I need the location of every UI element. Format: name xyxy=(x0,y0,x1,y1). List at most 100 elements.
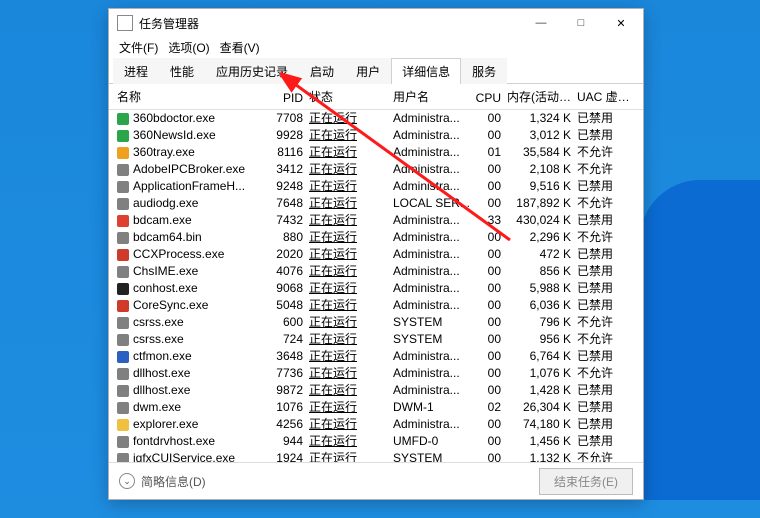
process-list[interactable]: 360bdoctor.exe7708正在运行Administra...001,3… xyxy=(109,110,643,463)
process-cpu: 00 xyxy=(473,450,507,463)
process-icon xyxy=(117,453,129,464)
tab-1[interactable]: 性能 xyxy=(159,58,205,84)
col-status[interactable]: 状态 xyxy=(309,88,371,105)
table-row[interactable]: dllhost.exe9872正在运行Administra...001,428 … xyxy=(109,382,643,399)
menu-options[interactable]: 选项(O) xyxy=(164,37,213,58)
minimize-button[interactable]: — xyxy=(521,11,561,35)
process-pid: 9928 xyxy=(267,127,309,144)
process-status: 正在运行 xyxy=(309,263,371,280)
process-status: 正在运行 xyxy=(309,229,371,246)
table-row[interactable]: ApplicationFrameH...9248正在运行Administra..… xyxy=(109,178,643,195)
process-status: 正在运行 xyxy=(309,178,371,195)
process-mem: 35,584 K xyxy=(507,144,577,161)
table-row[interactable]: csrss.exe724正在运行SYSTEM00956 K不允许 xyxy=(109,331,643,348)
table-row[interactable]: fontdrvhost.exe944正在运行UMFD-0001,456 K已禁用 xyxy=(109,433,643,450)
table-row[interactable]: csrss.exe600正在运行SYSTEM00796 K不允许 xyxy=(109,314,643,331)
process-mem: 472 K xyxy=(507,246,577,263)
process-mem: 796 K xyxy=(507,314,577,331)
table-row[interactable]: bdcam.exe7432正在运行Administra...33430,024 … xyxy=(109,212,643,229)
table-row[interactable]: explorer.exe4256正在运行Administra...0074,18… xyxy=(109,416,643,433)
col-cpu[interactable]: CPU xyxy=(473,91,507,105)
task-manager-window: 任务管理器 — □ ✕ 文件(F) 选项(O) 查看(V) 进程性能应用历史记录… xyxy=(108,8,644,500)
process-cpu: 00 xyxy=(473,110,507,127)
maximize-button[interactable]: □ xyxy=(561,11,601,35)
process-icon xyxy=(117,113,129,125)
process-icon xyxy=(117,351,129,363)
process-name: dllhost.exe xyxy=(133,382,190,399)
col-mem[interactable]: 内存(活动的... xyxy=(507,88,577,105)
titlebar[interactable]: 任务管理器 — □ ✕ xyxy=(109,9,643,37)
process-cpu: 01 xyxy=(473,144,507,161)
process-uac: 已禁用 xyxy=(577,246,641,263)
end-task-button[interactable]: 结束任务(E) xyxy=(539,468,633,495)
process-mem: 3,012 K xyxy=(507,127,577,144)
process-uac: 已禁用 xyxy=(577,416,641,433)
col-name[interactable]: 名称 xyxy=(117,88,267,105)
process-name: explorer.exe xyxy=(133,416,198,433)
process-user: Administra... xyxy=(393,161,473,178)
process-name: 360NewsId.exe xyxy=(133,127,216,144)
process-status: 正在运行 xyxy=(309,161,371,178)
process-name: CoreSync.exe xyxy=(133,297,208,314)
process-icon xyxy=(117,368,129,380)
table-row[interactable]: 360NewsId.exe9928正在运行Administra...003,01… xyxy=(109,127,643,144)
tab-5[interactable]: 详细信息 xyxy=(391,58,461,84)
process-pid: 600 xyxy=(267,314,309,331)
process-name: ApplicationFrameH... xyxy=(133,178,245,195)
close-button[interactable]: ✕ xyxy=(601,11,641,35)
process-icon xyxy=(117,300,129,312)
fewer-details-button[interactable]: ⌄ 简略信息(D) xyxy=(119,473,206,490)
table-row[interactable]: 360tray.exe8116正在运行Administra...0135,584… xyxy=(109,144,643,161)
col-pid[interactable]: PID xyxy=(267,91,309,105)
tab-2[interactable]: 应用历史记录 xyxy=(205,58,299,84)
table-row[interactable]: CoreSync.exe5048正在运行Administra...006,036… xyxy=(109,297,643,314)
process-status: 正在运行 xyxy=(309,314,371,331)
col-uac[interactable]: UAC 虚拟化 xyxy=(577,88,641,105)
table-row[interactable]: CCXProcess.exe2020正在运行Administra...00472… xyxy=(109,246,643,263)
menu-view[interactable]: 查看(V) xyxy=(216,37,264,58)
process-icon xyxy=(117,317,129,329)
window-title: 任务管理器 xyxy=(139,15,521,32)
table-row[interactable]: igfxCUIService.exe1924正在运行SYSTEM001,132 … xyxy=(109,450,643,463)
process-user: Administra... xyxy=(393,212,473,229)
tab-3[interactable]: 启动 xyxy=(299,58,345,84)
table-row[interactable]: ctfmon.exe3648正在运行Administra...006,764 K… xyxy=(109,348,643,365)
process-uac: 已禁用 xyxy=(577,110,641,127)
process-mem: 5,988 K xyxy=(507,280,577,297)
table-row[interactable]: bdcam64.bin880正在运行Administra...002,296 K… xyxy=(109,229,643,246)
table-row[interactable]: AdobeIPCBroker.exe3412正在运行Administra...0… xyxy=(109,161,643,178)
process-status: 正在运行 xyxy=(309,297,371,314)
process-name: csrss.exe xyxy=(133,331,184,348)
process-user: Administra... xyxy=(393,263,473,280)
footer-bar: ⌄ 简略信息(D) 结束任务(E) xyxy=(109,463,643,499)
process-icon xyxy=(117,266,129,278)
table-row[interactable]: dwm.exe1076正在运行DWM-10226,304 K已禁用 xyxy=(109,399,643,416)
table-row[interactable]: dllhost.exe7736正在运行Administra...001,076 … xyxy=(109,365,643,382)
process-user: Administra... xyxy=(393,110,473,127)
process-cpu: 00 xyxy=(473,297,507,314)
process-icon xyxy=(117,164,129,176)
tab-0[interactable]: 进程 xyxy=(113,58,159,84)
process-pid: 4256 xyxy=(267,416,309,433)
table-row[interactable]: conhost.exe9068正在运行Administra...005,988 … xyxy=(109,280,643,297)
process-name: fontdrvhost.exe xyxy=(133,433,215,450)
process-icon xyxy=(117,130,129,142)
fewer-details-label: 简略信息(D) xyxy=(141,473,206,490)
table-row[interactable]: 360bdoctor.exe7708正在运行Administra...001,3… xyxy=(109,110,643,127)
process-uac: 已禁用 xyxy=(577,433,641,450)
table-row[interactable]: audiodg.exe7648正在运行LOCAL SER...00187,892… xyxy=(109,195,643,212)
col-user[interactable]: 用户名 xyxy=(393,88,473,105)
process-pid: 7736 xyxy=(267,365,309,382)
tab-6[interactable]: 服务 xyxy=(461,58,507,84)
process-user: SYSTEM xyxy=(393,450,473,463)
table-row[interactable]: ChsIME.exe4076正在运行Administra...00856 K已禁… xyxy=(109,263,643,280)
menu-file[interactable]: 文件(F) xyxy=(115,37,162,58)
process-icon xyxy=(117,283,129,295)
process-user: Administra... xyxy=(393,382,473,399)
process-cpu: 00 xyxy=(473,246,507,263)
process-uac: 不允许 xyxy=(577,331,641,348)
tab-4[interactable]: 用户 xyxy=(345,58,391,84)
process-icon xyxy=(117,249,129,261)
column-headers[interactable]: 名称 PID 状态 用户名 CPU 内存(活动的... UAC 虚拟化 xyxy=(109,84,643,110)
process-mem: 6,764 K xyxy=(507,348,577,365)
